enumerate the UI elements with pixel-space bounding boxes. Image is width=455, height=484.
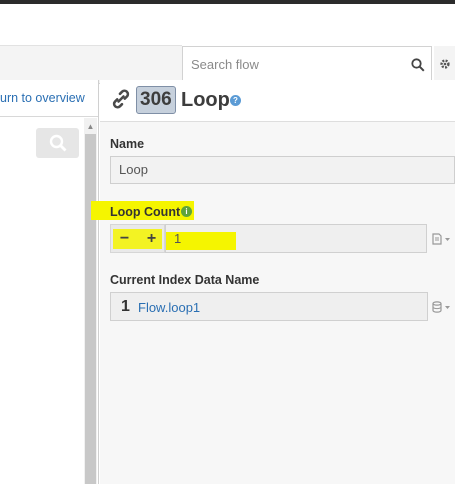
search-box — [182, 46, 432, 83]
database-icon — [431, 300, 450, 313]
element-title: Loop — [181, 89, 230, 111]
increment-button-face[interactable]: + — [138, 225, 165, 252]
name-label: Name — [110, 137, 145, 151]
search-button[interactable] — [405, 47, 431, 82]
return-to-overview-link[interactable]: urn to overview — [0, 91, 85, 105]
scroll-thumb[interactable] — [85, 134, 96, 484]
info-icon[interactable]: i — [181, 206, 192, 217]
index-name-value[interactable]: Flow.loop1 — [138, 300, 200, 315]
divider — [0, 116, 98, 117]
decrement-button-face[interactable]: − — [111, 225, 138, 252]
loop-count-source-button[interactable] — [428, 224, 455, 253]
name-field[interactable]: Loop — [110, 156, 455, 184]
index-name-label: Current Index Data Name — [110, 273, 260, 287]
help-icon[interactable]: ? — [230, 95, 241, 106]
document-dropdown-icon — [431, 232, 450, 245]
scrollbar[interactable]: ▲ — [84, 118, 97, 484]
loop-count-label: Loop Count — [110, 205, 181, 219]
settings-button[interactable] — [434, 46, 455, 83]
search-input[interactable] — [183, 47, 407, 82]
element-id-badge: 306 — [136, 86, 176, 114]
index-name-source-button[interactable] — [428, 292, 455, 321]
element-header: 306 Loop ? — [100, 80, 455, 122]
left-panel: urn to overview ▲ — [0, 80, 99, 484]
toolbar-left-area — [0, 45, 182, 84]
search-icon — [411, 57, 425, 72]
loop-count-value: 1 — [174, 231, 182, 246]
link-icon — [112, 89, 130, 109]
gear-icon — [439, 59, 450, 69]
sidebar-search-button[interactable] — [36, 128, 79, 158]
index-prefix: 1 — [121, 298, 130, 315]
toolbar — [0, 4, 455, 84]
search-icon — [49, 134, 66, 152]
index-name-field[interactable]: 1 Flow.loop1 — [110, 292, 428, 321]
scroll-up-arrow-icon[interactable]: ▲ — [84, 120, 97, 132]
